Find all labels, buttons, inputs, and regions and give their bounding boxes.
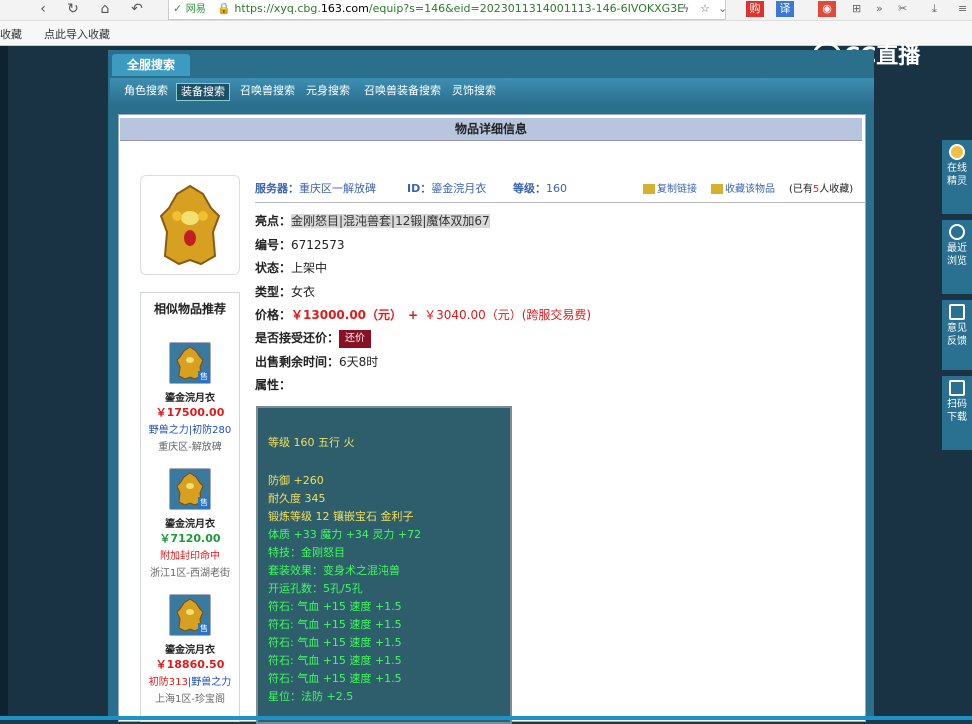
item-summary-bar: 服务器：重庆区一解放碑 ID：鎏金浣月衣 等级：160 复制链接 收藏该物品 (…: [255, 178, 865, 203]
collect-count: (已有5人收藏): [789, 184, 854, 195]
similar-items-title: 相似物品推荐: [153, 302, 226, 316]
type-row: 类型：女衣: [255, 285, 316, 299]
home-icon[interactable]: ⌂: [96, 0, 114, 18]
subnav-equip-search[interactable]: 装备搜索: [176, 83, 230, 101]
attr-line: 特技：金刚怒目: [268, 546, 345, 559]
translate-icon[interactable]: 译: [776, 1, 794, 17]
attr-line: 套装效果：变身术之混沌兽: [268, 564, 400, 577]
similar-item-name[interactable]: 鎏金浣月衣: [140, 515, 240, 530]
attr-line: 耐久度 345: [268, 492, 326, 505]
bottom-bar: [0, 716, 972, 720]
similar-item-server: 重庆区-解放碑: [158, 442, 222, 453]
code-row: 编号：6712573: [255, 238, 345, 252]
attr-line: 锻炼等级 12 镶嵌宝石 金利子: [268, 510, 414, 523]
similar-item-name[interactable]: 鎏金浣月衣: [140, 389, 240, 404]
attr-line: 等级 160 五行 火: [268, 436, 355, 449]
download-icon[interactable]: ⤓: [932, 1, 937, 17]
counter-offer-button[interactable]: 还价: [339, 329, 372, 348]
favorite-icon: [711, 184, 723, 194]
shield-icon: ✓: [173, 2, 183, 15]
undo-icon[interactable]: ↶: [128, 0, 146, 18]
attr-line: 开运孔数：5孔/5孔: [268, 582, 363, 595]
back-icon[interactable]: ‹: [34, 0, 52, 18]
server-info: 服务器：重庆区一解放碑: [255, 182, 376, 195]
left-strip: [0, 46, 8, 720]
similar-item-thumb[interactable]: 售: [169, 342, 211, 384]
copy-link-button[interactable]: 复制链接: [643, 180, 697, 195]
browser-toolbar: ‹ ↻ ⌂ ↶ ✓ 网易 🔒 https://xyq.cbg.163.com/e…: [0, 0, 972, 21]
attr-line: 符石: 气血 +15 速度 +1.5: [268, 672, 402, 685]
lock-icon: 🔒: [217, 2, 231, 15]
side-feedback[interactable]: 意见 反馈: [942, 300, 972, 370]
qr-scan-icon: [949, 380, 965, 396]
scissors-icon[interactable]: ✂: [898, 1, 907, 17]
mouse-cursor-icon: [704, 488, 710, 502]
armor-icon: [141, 176, 239, 274]
subnav-pet-equip-search[interactable]: 召唤兽装备搜索: [360, 83, 445, 99]
dropdown-icon[interactable]: ⌄: [718, 1, 727, 17]
similar-item-price: ￥17500.00: [155, 406, 225, 419]
similar-item-tags: 野兽之力|初防280: [148, 425, 232, 436]
menu-icon[interactable]: ≡: [958, 1, 967, 17]
similar-item-thumb[interactable]: 售: [169, 594, 211, 636]
attributes-label: 属性：: [255, 378, 292, 392]
star-icon[interactable]: ☆: [700, 1, 710, 17]
highlight-row: 亮点：金刚怒目|混沌兽套|12锻|魔体双加67: [255, 214, 490, 228]
price-row: 价格：￥13000.00（元） + ￥3040.00（元）(跨服交易费): [255, 308, 592, 322]
url-text: https://xyq.cbg.163.com/equip?s=146&eid=…: [234, 2, 685, 15]
counter-offer-row: 是否接受还价： 还价: [255, 329, 372, 348]
similar-item-price: ￥7120.00: [159, 532, 221, 545]
section-title: 物品详细信息: [120, 118, 862, 141]
remaining-time-row: 出售剩余时间：6天8时: [255, 355, 379, 369]
side-scan-download[interactable]: 扫码 下载: [942, 376, 972, 450]
avatar-icon: [949, 144, 965, 160]
similar-item-thumb[interactable]: 售: [169, 468, 211, 510]
side-online-helper[interactable]: 在线 精灵: [942, 140, 972, 214]
attr-line: 符石: 气血 +15 速度 +1.5: [268, 618, 402, 631]
address-bar[interactable]: ✓ 网易 🔒 https://xyq.cbg.163.com/equip?s=1…: [168, 0, 726, 20]
item-image: [140, 175, 240, 275]
similar-item-server: 上海1区-珍宝阁: [155, 694, 225, 705]
attr-line: 防御 +260: [268, 474, 324, 487]
subnav-pet-search[interactable]: 召唤兽搜索: [236, 83, 299, 99]
apps-icon[interactable]: ⊞: [852, 1, 861, 17]
sell-badge: 售: [198, 497, 210, 509]
similar-item-price: ￥18860.50: [155, 658, 225, 671]
clock-icon: [949, 224, 965, 240]
subnav-role-search[interactable]: 角色搜索: [120, 83, 172, 99]
attr-line: 符石: 气血 +15 速度 +1.5: [268, 654, 402, 667]
collect-button[interactable]: 收藏该物品: [711, 180, 775, 195]
link-icon: [643, 184, 655, 194]
more-icon[interactable]: »: [876, 1, 883, 17]
import-bookmarks-link[interactable]: 点此导入收藏: [44, 26, 110, 42]
refresh-icon[interactable]: ↻: [64, 0, 82, 18]
similar-item-tags: 初防313|野兽之力: [148, 677, 232, 688]
similar-item-tags: 附加封印命中: [160, 551, 220, 562]
attr-line: 符石: 气血 +15 速度 +1.5: [268, 636, 402, 649]
game-icon[interactable]: ◉: [818, 1, 836, 17]
level-info: 等级：160: [513, 182, 567, 195]
subnav-lingshi-search[interactable]: 灵饰搜索: [448, 83, 500, 99]
attr-line: 符石: 气血 +15 速度 +1.5: [268, 600, 402, 613]
attr-line: 体质 +33 魔力 +34 灵力 +72: [268, 528, 422, 541]
lightning-icon[interactable]: ϟ: [682, 1, 689, 17]
tab-all-server-search[interactable]: 全服搜索: [112, 54, 190, 76]
attributes-box: 等级 160 五行 火 防御 +260 耐久度 345 锻炼等级 12 镶嵌宝石…: [256, 406, 512, 724]
sell-badge: 售: [198, 371, 210, 383]
similar-item-server: 浙江1区-西湖老街: [150, 568, 230, 579]
id-info: ID：鎏金浣月衣: [407, 182, 487, 195]
subnav-yuanshen-search[interactable]: 元身搜索: [302, 83, 354, 99]
side-recent-browse[interactable]: 最近 浏览: [942, 220, 972, 294]
safe-label: 网易: [185, 4, 206, 15]
edit-icon: [949, 304, 965, 320]
bookmark-folder[interactable]: 收藏: [0, 26, 22, 42]
shop-icon[interactable]: 购: [746, 1, 764, 17]
sell-badge: 售: [198, 623, 210, 635]
status-row: 状态：上架中: [255, 261, 328, 275]
attr-line: 星位：法防 +2.5: [268, 690, 354, 703]
similar-item-name[interactable]: 鎏金浣月衣: [140, 641, 240, 656]
search-subnav: 角色搜索 装备搜索 召唤兽搜索 元身搜索 召唤兽装备搜索 灵饰搜索: [110, 78, 874, 104]
